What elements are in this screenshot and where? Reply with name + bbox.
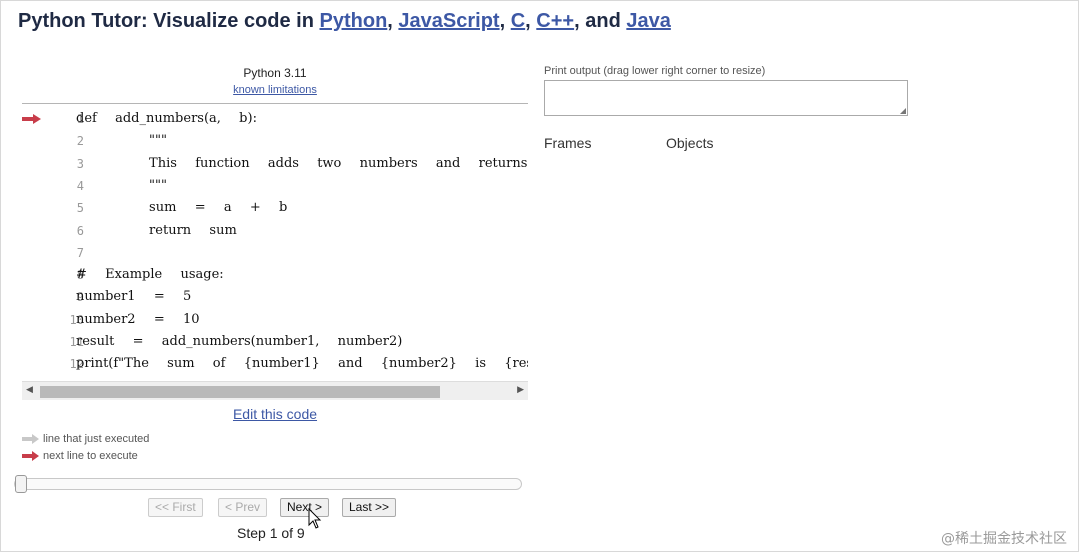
code-text: """ xyxy=(76,177,167,193)
language-header: Python 3.11 known limitations xyxy=(22,66,528,98)
link-c[interactable]: C xyxy=(511,10,525,32)
legend-next-line-label: next line to execute xyxy=(43,450,138,462)
code-line: 2 """ xyxy=(22,130,528,152)
print-output-box[interactable] xyxy=(544,80,908,116)
title-separator: , and xyxy=(574,10,627,32)
code-text: This function adds two numbers and retur… xyxy=(76,155,528,171)
frames-heading: Frames xyxy=(544,135,592,151)
code-line: 12 print(f"The sum of {number1} and {numb… xyxy=(22,353,528,375)
step-slider[interactable] xyxy=(14,475,522,493)
legend-next-line: next line to execute xyxy=(22,449,138,463)
code-line: 7 xyxy=(22,242,528,264)
code-text: number1 = 5 xyxy=(76,289,192,305)
page-title: Python Tutor: Visualize code in Python , … xyxy=(18,10,671,33)
title-separator: , xyxy=(525,10,537,32)
code-text: # Example usage: xyxy=(76,267,224,283)
scroll-right-icon[interactable]: ▶ xyxy=(517,384,524,395)
code-text: result = add_numbers(number1, number2) xyxy=(76,334,403,349)
code-line: 1 def add_numbers(a, b): xyxy=(22,108,528,130)
legend-just-executed: line that just executed xyxy=(22,432,149,446)
code-text: number2 = 10 xyxy=(76,311,200,327)
step-counter: Step 1 of 9 xyxy=(237,525,305,541)
legend-just-executed-label: line that just executed xyxy=(43,433,150,445)
edit-code-link[interactable]: Edit this code xyxy=(22,406,528,422)
last-button[interactable]: Last >> xyxy=(342,498,397,517)
link-java[interactable]: Java xyxy=(626,10,671,32)
title-separator: , xyxy=(499,10,511,32)
mouse-pointer-icon xyxy=(308,508,322,529)
line-number[interactable]: 7 xyxy=(44,242,84,264)
code-line: 5 sum = a + b xyxy=(22,197,528,219)
code-horizontal-scrollbar[interactable]: ◀ ▶ xyxy=(22,381,528,400)
code-line: 11 result = add_numbers(number1, number2) xyxy=(22,331,528,353)
prev-button[interactable]: < Prev xyxy=(218,498,268,517)
code-text: return sum xyxy=(76,222,237,238)
link-cpp[interactable]: C++ xyxy=(536,10,574,32)
watermark: @稀土掘金技术社区 xyxy=(941,531,1067,547)
code-text: """ xyxy=(76,133,167,149)
code-line: 8 # Example usage: xyxy=(22,264,528,286)
known-limitations-link[interactable]: known limitations xyxy=(233,84,317,96)
code-text: sum = a + b xyxy=(76,200,288,216)
link-javascript[interactable]: JavaScript xyxy=(398,10,499,32)
print-output-label: Print output (drag lower right corner to… xyxy=(544,65,766,77)
resize-grip-icon[interactable] xyxy=(900,108,906,114)
code-line: 3 This function adds two numbers and ret… xyxy=(22,153,528,175)
code-text: def add_numbers(a, b): xyxy=(76,111,257,126)
first-button[interactable]: << First xyxy=(148,498,203,517)
title-separator: , xyxy=(387,10,399,32)
slider-handle[interactable] xyxy=(15,475,27,493)
scroll-left-icon[interactable]: ◀ xyxy=(26,384,33,395)
code-line: 4 """ xyxy=(22,175,528,197)
scrollbar-thumb[interactable] xyxy=(40,386,440,398)
language-version: Python 3.11 xyxy=(243,66,307,80)
light-arrow-icon xyxy=(22,434,39,445)
code-line: 9 number1 = 5 xyxy=(22,286,528,308)
objects-heading: Objects xyxy=(666,135,714,151)
link-python[interactable]: Python xyxy=(320,10,388,32)
code-display: 1 def add_numbers(a, b): 2 """ 3 This funct… xyxy=(22,103,528,380)
code-line: 10 number2 = 10 xyxy=(22,309,528,331)
code-line: 6 return sum xyxy=(22,220,528,242)
red-arrow-icon xyxy=(22,451,39,462)
next-line-arrow-icon xyxy=(22,114,41,124)
title-prefix: Python Tutor: Visualize code in xyxy=(18,10,320,32)
code-text: print(f"The sum of {number1} and {number… xyxy=(76,356,528,372)
